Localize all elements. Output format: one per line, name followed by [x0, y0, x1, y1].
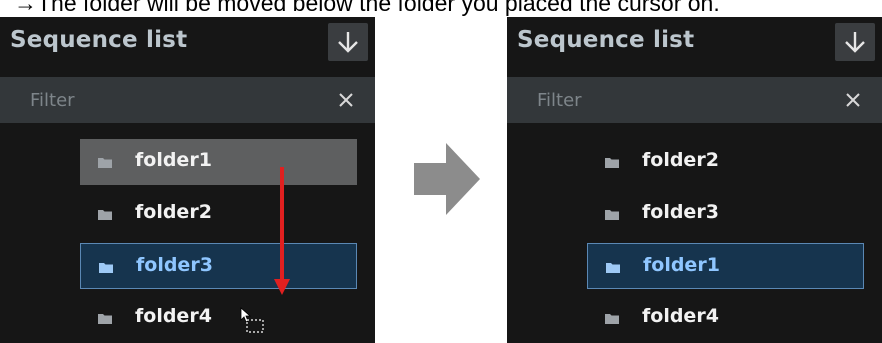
tree-item-folder3[interactable]: folder3: [80, 243, 357, 289]
item-label: folder2: [135, 201, 212, 223]
folder-icon: [606, 263, 620, 273]
tree-item-folder2[interactable]: folder2: [587, 139, 864, 185]
tree-item-folder4[interactable]: folder4: [80, 295, 357, 341]
tree-item-folder4[interactable]: folder4: [587, 295, 864, 341]
item-label: folder3: [642, 201, 719, 223]
folder-icon: [98, 158, 112, 168]
drag-arrow-icon: [274, 167, 290, 295]
item-label: folder4: [642, 305, 719, 327]
panel-title: Sequence list: [10, 27, 188, 53]
tree-item-folder1[interactable]: folder1: [587, 243, 864, 289]
panel-title: Sequence list: [517, 27, 695, 53]
folder-icon: [99, 263, 113, 273]
sequence-list-panel-after: Sequence list folder2 folder3 folder1: [507, 17, 882, 343]
folder-icon: [98, 314, 112, 324]
filter-input[interactable]: [30, 85, 300, 115]
folder-icon: [98, 210, 112, 220]
item-label: folder3: [136, 254, 213, 276]
right-arrow-icon: [414, 143, 480, 215]
item-label: folder4: [135, 305, 212, 327]
panel-header: Sequence list: [0, 17, 375, 69]
sequence-list-panel-before: Sequence list folder1 folder2 folder3: [0, 17, 375, 343]
drag-cursor-icon: [240, 307, 264, 333]
item-label: folder1: [135, 149, 212, 171]
filter-bar: [507, 77, 882, 123]
folder-icon: [605, 158, 619, 168]
filter-input[interactable]: [537, 85, 807, 115]
folder-icon: [605, 210, 619, 220]
arrow-down-icon: [845, 32, 865, 53]
close-icon[interactable]: [844, 91, 862, 109]
tree-item-folder3[interactable]: folder3: [587, 191, 864, 237]
item-label: folder1: [643, 254, 720, 276]
filter-bar: [0, 77, 375, 123]
tree-item-folder1[interactable]: folder1: [80, 139, 357, 185]
sort-button[interactable]: [835, 23, 875, 61]
close-icon[interactable]: [337, 91, 355, 109]
tree-item-folder2[interactable]: folder2: [80, 191, 357, 237]
folder-icon: [605, 314, 619, 324]
sort-button[interactable]: [328, 23, 368, 61]
panel-header: Sequence list: [507, 17, 882, 69]
item-label: folder2: [642, 149, 719, 171]
arrow-down-icon: [338, 32, 358, 53]
